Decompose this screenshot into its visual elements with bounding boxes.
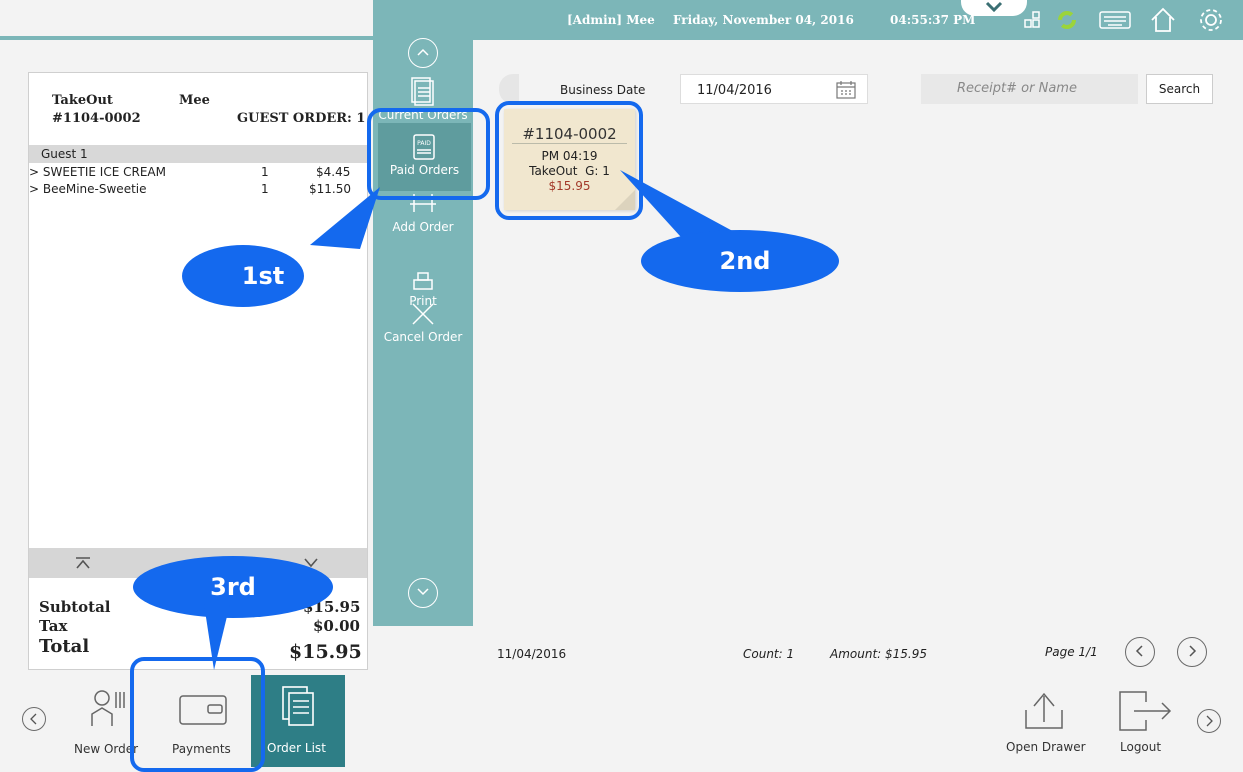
business-date-label: Business Date [560, 83, 646, 97]
collapse-toolbar-tab[interactable] [961, 0, 1027, 16]
chevron-down-icon [985, 1, 1003, 13]
highlight-payments [130, 657, 265, 772]
logout-button[interactable]: Logout [1110, 684, 1182, 768]
callout-second: 2nd [641, 230, 839, 292]
next-page-button[interactable] [1177, 637, 1207, 667]
sidebar-scroll-down[interactable] [408, 578, 438, 608]
order-list-button[interactable]: Order List [251, 675, 345, 767]
waiter-icon [91, 690, 125, 726]
item-price: $4.45 [316, 165, 351, 179]
guest-label: Guest 1 [41, 147, 88, 161]
prev-page-button[interactable] [1125, 637, 1155, 667]
chevron-right-icon [1206, 715, 1213, 727]
callout-first: 1st [182, 245, 304, 307]
order-list-icon [282, 686, 314, 726]
gear-icon[interactable] [1197, 6, 1225, 34]
search-placeholder: Receipt# or Name [957, 81, 1077, 96]
home-icon[interactable] [1149, 6, 1177, 34]
logout-icon [1119, 691, 1172, 731]
logout-label: Logout [1120, 740, 1162, 754]
item-qty: 1 [261, 165, 269, 179]
status-bar: [Admin] Mee Friday, November 04, 2016 04… [373, 0, 1243, 40]
sync-status-icon [1058, 11, 1076, 29]
item-name: > BeeMine-Sweetie [29, 182, 147, 196]
chevron-left-icon [1135, 645, 1143, 657]
business-date-chip [499, 74, 519, 104]
chevron-right-icon [1189, 645, 1197, 657]
new-order-label: New Order [74, 742, 139, 756]
current-date: Friday, November 04, 2016 [673, 13, 854, 27]
open-drawer-icon [1025, 692, 1063, 729]
server-name: Mee [179, 93, 210, 108]
sidebar-scroll-up[interactable] [408, 38, 438, 68]
orders-stack-icon [411, 77, 434, 106]
business-date-value: 11/04/2016 [697, 83, 772, 98]
open-drawer-button[interactable]: Open Drawer [1006, 684, 1086, 768]
printer-icon [413, 272, 433, 290]
top-bar-accent [0, 36, 373, 40]
footer-amount: Amount: $15.95 [830, 647, 928, 661]
sidebar-item-cancel-order[interactable]: Cancel Order [373, 300, 473, 344]
footer-date: 11/04/2016 [497, 647, 567, 661]
item-name: > SWEETIE ICE CREAM [29, 165, 166, 179]
guest-order-count: GUEST ORDER: 1 [237, 111, 366, 126]
subtotal-label: Subtotal [39, 598, 111, 616]
order-number: #1104-0002 [52, 111, 141, 126]
search-button[interactable]: Search [1146, 74, 1213, 104]
keyboard-icon[interactable] [1099, 11, 1131, 29]
sidebar-item-label: Cancel Order [383, 330, 463, 344]
total-value: $15.95 [289, 641, 362, 663]
list-item[interactable]: > SWEETIE ICE CREAM 1 $4.45 [29, 165, 367, 181]
order-list-label: Order List [267, 741, 326, 755]
chevron-left-icon [30, 713, 37, 725]
open-drawer-label: Open Drawer [1006, 740, 1086, 754]
sidebar-item-label: Add Order [392, 220, 454, 234]
footer-count: Count: 1 [743, 647, 795, 661]
scroll-top-icon[interactable] [73, 556, 93, 570]
tax-label: Tax [39, 617, 68, 635]
chevron-up-icon [417, 48, 429, 56]
item-qty: 1 [261, 182, 269, 196]
utensils-cross-icon [412, 303, 434, 325]
chevron-down-icon [417, 588, 429, 596]
calendar-icon[interactable] [835, 80, 857, 100]
logged-in-user: [Admin] Mee [567, 13, 655, 27]
business-date-field[interactable]: 11/04/2016 [680, 74, 868, 104]
layout-icon[interactable] [1023, 10, 1041, 30]
tax-value: $0.00 [313, 617, 360, 635]
total-label: Total [39, 636, 90, 657]
guest-header[interactable]: Guest 1 [29, 145, 367, 163]
order-type: TakeOut [52, 93, 113, 108]
bottom-scroll-right[interactable] [1197, 709, 1221, 733]
page-indicator: Page 1/1 [1045, 645, 1098, 659]
receipt-search-input[interactable]: Receipt# or Name [921, 74, 1138, 104]
bottom-scroll-left[interactable] [22, 707, 46, 731]
